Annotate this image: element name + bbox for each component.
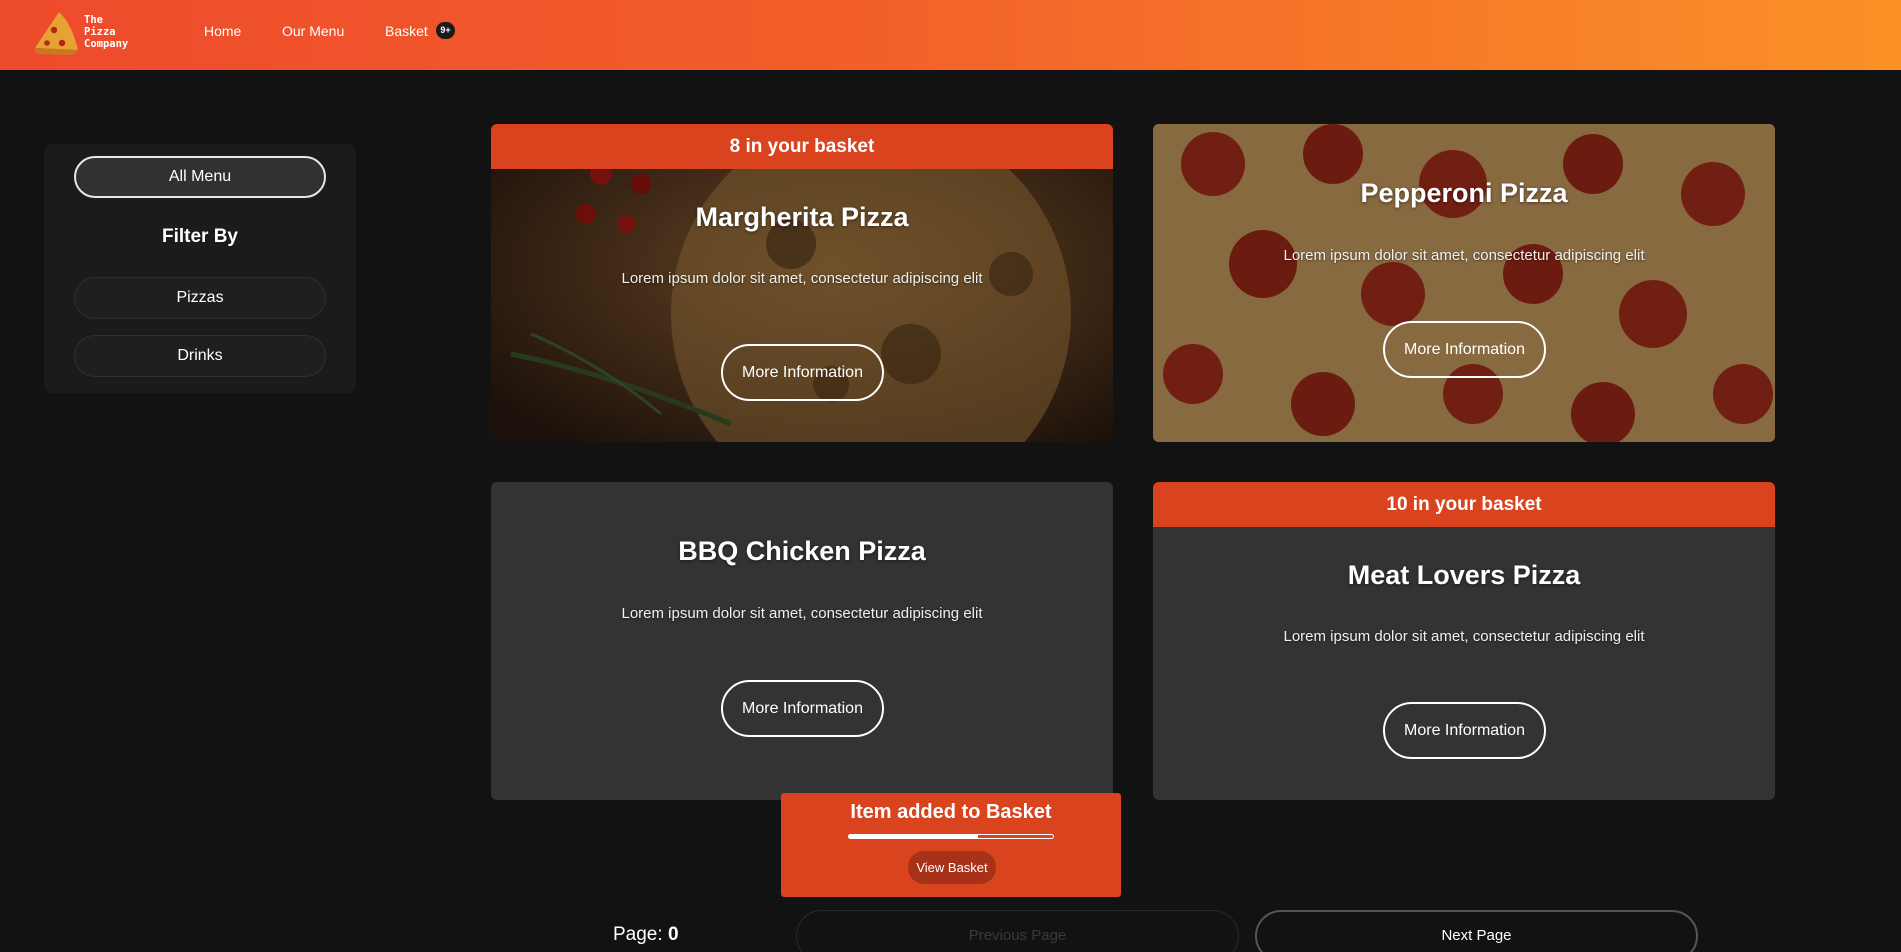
more-information-button[interactable]: More Information bbox=[1383, 702, 1546, 759]
basket-count-badge: 9+ bbox=[436, 22, 455, 39]
basket-quantity-banner: 8 in your basket bbox=[491, 124, 1113, 169]
product-description: Lorem ipsum dolor sit amet, consectetur … bbox=[1283, 628, 1645, 645]
image-overlay bbox=[1153, 124, 1775, 442]
nav-basket-link[interactable]: Basket bbox=[385, 23, 428, 39]
more-information-button[interactable]: More Information bbox=[721, 680, 884, 737]
product-description: Lorem ipsum dolor sit amet, consectetur … bbox=[1283, 247, 1645, 264]
all-menu-button[interactable]: All Menu bbox=[74, 156, 326, 198]
brand-line-2: Pizza bbox=[84, 26, 116, 38]
brand-name[interactable]: The Pizza Company bbox=[84, 14, 128, 50]
product-card-meat-lovers: 10 in your basket Meat Lovers Pizza Lore… bbox=[1153, 482, 1775, 800]
brand-line-1: The bbox=[84, 14, 103, 26]
nav-home-link[interactable]: Home bbox=[204, 23, 241, 39]
added-to-basket-toast: Item added to Basket View Basket bbox=[781, 793, 1121, 897]
basket-quantity-banner: 10 in your basket bbox=[1153, 482, 1775, 527]
brand-line-3: Company bbox=[84, 38, 129, 50]
page-indicator: Page: 0 bbox=[613, 924, 679, 946]
product-description: Lorem ipsum dolor sit amet, consectetur … bbox=[621, 270, 983, 287]
product-title: Pepperoni Pizza bbox=[1360, 178, 1568, 208]
product-title: Meat Lovers Pizza bbox=[1347, 560, 1581, 590]
top-navbar: The Pizza Company Home Our Menu Basket 9… bbox=[0, 0, 1901, 70]
next-page-button[interactable]: Next Page bbox=[1255, 910, 1698, 952]
previous-page-button[interactable]: Previous Page bbox=[796, 910, 1239, 952]
filter-sidebar: All Menu Filter By Pizzas Drinks bbox=[44, 144, 356, 393]
view-basket-button[interactable]: View Basket bbox=[908, 851, 996, 884]
product-card-bbq-chicken: BBQ Chicken Pizza Lorem ipsum dolor sit … bbox=[491, 482, 1113, 800]
more-information-button[interactable]: More Information bbox=[1383, 321, 1546, 378]
filter-title: Filter By bbox=[161, 226, 239, 247]
pizza-slice-logo-icon[interactable] bbox=[32, 10, 80, 56]
nav-our-menu-link[interactable]: Our Menu bbox=[282, 23, 344, 39]
toast-message: Item added to Basket bbox=[850, 801, 1052, 823]
page-number: 0 bbox=[667, 924, 679, 945]
product-title: BBQ Chicken Pizza bbox=[678, 536, 926, 566]
filter-pizzas-button[interactable]: Pizzas bbox=[74, 277, 326, 319]
toast-progress-fill bbox=[849, 835, 978, 838]
product-description: Lorem ipsum dolor sit amet, consectetur … bbox=[621, 605, 983, 622]
product-title: Margherita Pizza bbox=[695, 202, 909, 232]
more-information-button[interactable]: More Information bbox=[721, 344, 884, 401]
toast-timer-progress bbox=[848, 834, 1054, 839]
product-card-pepperoni: Pepperoni Pizza Lorem ipsum dolor sit am… bbox=[1153, 124, 1775, 442]
filter-drinks-button[interactable]: Drinks bbox=[74, 335, 326, 377]
product-card-margherita: 8 in your basket Margherita Pizza Lorem … bbox=[491, 124, 1113, 442]
page-label-text: Page: bbox=[613, 924, 663, 945]
